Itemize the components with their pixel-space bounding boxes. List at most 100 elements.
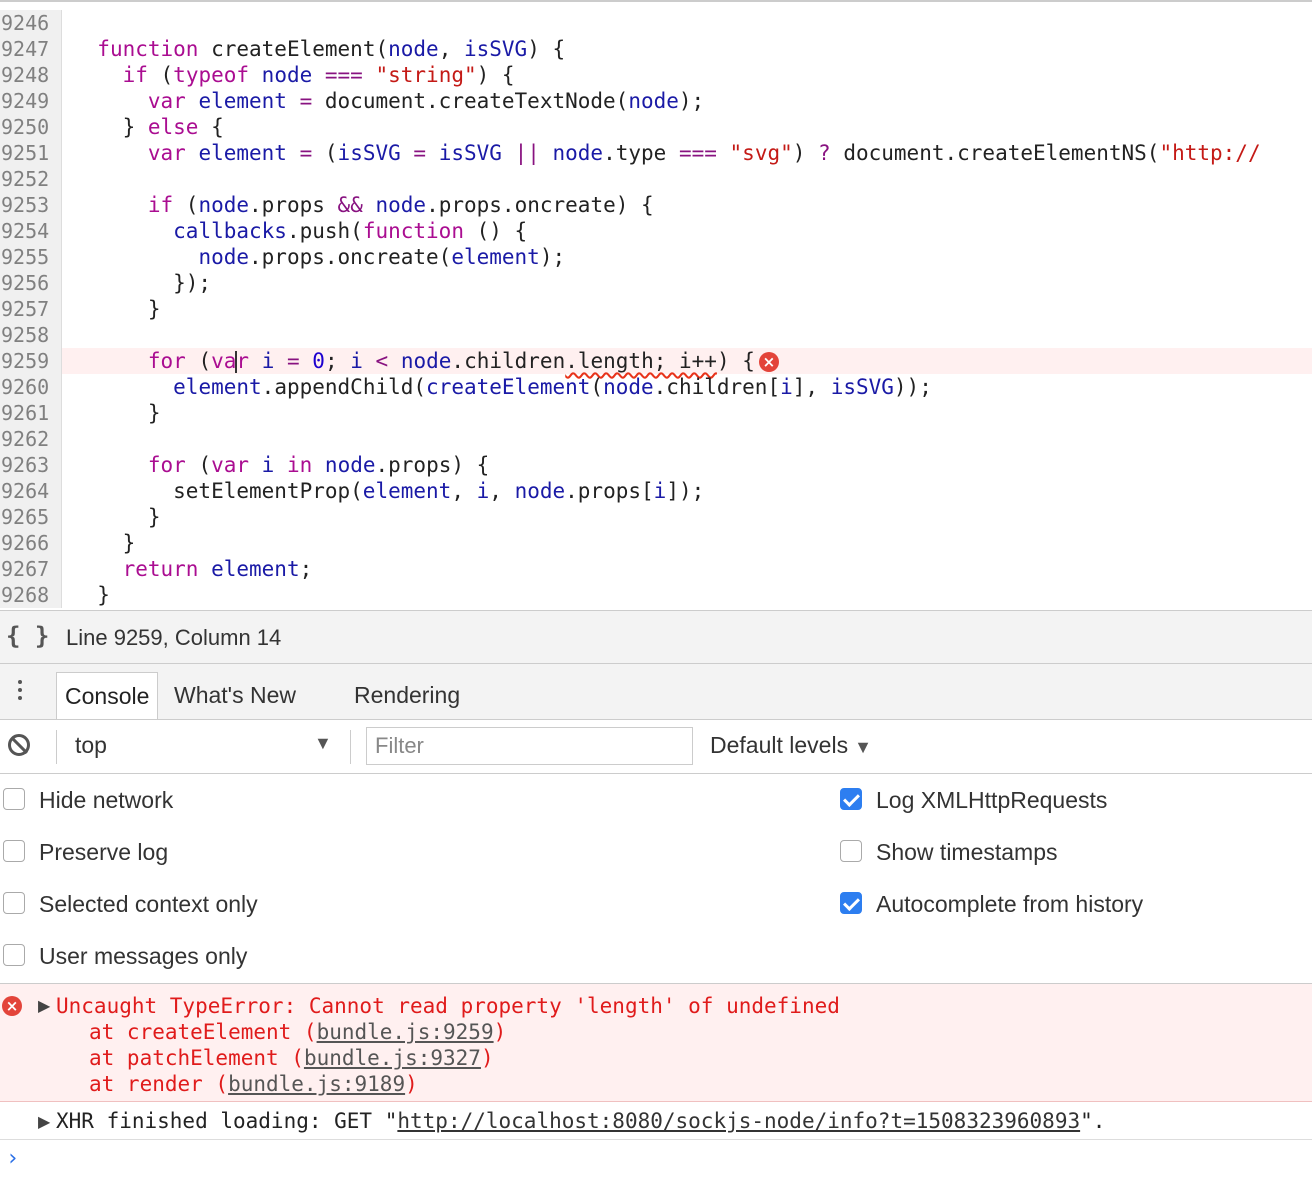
line-number[interactable]: 9261 [0,400,62,426]
code-text [72,322,85,348]
code-token: , [489,479,515,503]
line-number[interactable]: 9249 [0,88,62,114]
code-token: } [72,297,161,321]
source-link[interactable]: bundle.js:9259 [317,1020,494,1044]
line-number[interactable]: 9265 [0,504,62,530]
code-line[interactable]: 9267 return element; [0,556,1312,582]
stack-frame-text: at render ( [89,1072,229,1096]
code-token: ( [185,453,212,477]
hide-network-checkbox[interactable] [3,788,25,810]
line-number[interactable]: 9251 [0,140,62,166]
code-token: element [185,89,300,113]
code-token: ( [147,63,174,87]
line-number[interactable]: 9246 [0,10,62,36]
code-line[interactable]: 9249 var element = document.createTextNo… [0,88,1312,114]
code-token: 0 [312,349,325,373]
code-line[interactable]: 9253 if (node.props && node.props.oncrea… [0,192,1312,218]
line-number[interactable]: 9250 [0,114,62,140]
line-number[interactable]: 9263 [0,452,62,478]
code-line[interactable]: 9256 }); [0,270,1312,296]
code-token: i [780,375,793,399]
line-number[interactable]: 9266 [0,530,62,556]
console-prompt-icon[interactable]: › [6,1146,19,1171]
line-number[interactable]: 9253 [0,192,62,218]
code-line[interactable]: 9250 } else { [0,114,1312,140]
code-line[interactable]: 9246 [0,10,1312,36]
source-editor[interactable]: 9246 9247 function createElement(node, i… [0,0,1312,610]
code-line[interactable]: 9260 element.appendChild(createElement(n… [0,374,1312,400]
line-number[interactable]: 9267 [0,556,62,582]
line-number[interactable]: 9252 [0,166,62,192]
more-options-icon[interactable] [13,676,27,708]
source-link[interactable]: bundle.js:9327 [304,1046,481,1070]
code-text: } [72,582,110,608]
code-token: ], [792,375,831,399]
code-line[interactable]: 9257 } [0,296,1312,322]
context-dropdown-icon[interactable]: ▼ [314,733,332,754]
code-line[interactable]: 9261 } [0,400,1312,426]
code-line[interactable]: 9263 for (var i in node.props) { [0,452,1312,478]
code-line[interactable]: 9252 [0,166,1312,192]
pretty-print-icon[interactable]: { } [6,622,49,650]
code-token: < [362,349,401,373]
line-number[interactable]: 9255 [0,244,62,270]
code-token: for [147,349,186,373]
user-messages-only-checkbox[interactable] [3,944,25,966]
filter-input[interactable] [366,727,693,765]
log-levels-dropdown[interactable]: Default levels ▼ [710,732,872,759]
code-line[interactable]: 9268 } [0,582,1312,608]
line-number[interactable]: 9264 [0,478,62,504]
expand-triangle-icon[interactable]: ▶ [38,1112,50,1132]
code-line[interactable]: 9264 setElementProp(element, i, node.pro… [0,478,1312,504]
autocomplete-from-history-checkbox[interactable] [840,892,862,914]
code-token: var [147,89,186,113]
error-icon[interactable]: × [758,352,779,372]
line-number[interactable]: 9260 [0,374,62,400]
line-number[interactable]: 9256 [0,270,62,296]
line-number[interactable]: 9268 [0,582,62,608]
stack-frame-text: at createElement ( [89,1020,317,1044]
code-token: for [147,453,186,477]
code-line[interactable]: 9266 } [0,530,1312,556]
line-number[interactable]: 9262 [0,426,62,452]
code-token: var [211,453,250,477]
tab-whats-new[interactable]: What's New [166,672,304,719]
code-token: createElement( [198,37,389,61]
line-number[interactable]: 9254 [0,218,62,244]
code-token: node [552,141,604,165]
source-link[interactable]: bundle.js:9189 [228,1072,405,1096]
xhr-message-text: XHR finished loading: GET "http://localh… [56,1108,1105,1134]
expand-triangle-icon[interactable]: ▶ [38,996,50,1016]
line-number[interactable]: 9247 [0,36,62,62]
code-line[interactable]: 9259 for (var i = 0; i < node.children.l… [0,348,1312,374]
code-line[interactable]: 9248 if (typeof node === "string") { [0,62,1312,88]
line-number[interactable]: 9248 [0,62,62,88]
code-token: ) { [527,37,566,61]
option-label: User messages only [39,943,248,969]
line-number[interactable]: 9259 [0,348,62,374]
code-token: node [514,479,566,503]
show-timestamps-checkbox[interactable] [840,840,862,862]
code-line[interactable]: 9258 [0,322,1312,348]
line-number[interactable]: 9257 [0,296,62,322]
code-line[interactable]: 9262 [0,426,1312,452]
line-number[interactable]: 9258 [0,322,62,348]
code-token: isSVG [830,375,894,399]
preserve-log-checkbox[interactable] [3,840,25,862]
log-xmlhttprequests-checkbox[interactable] [840,788,862,810]
stack-frame-text: ) [405,1072,418,1096]
cursor-position: Line 9259, Column 14 [66,625,282,650]
tab-console[interactable]: Console [56,672,159,719]
context-selector[interactable]: top [75,732,107,759]
clear-console-icon[interactable] [8,734,30,756]
code-line[interactable]: 9251 var element = (isSVG = isSVG || nod… [0,140,1312,166]
xhr-url-link[interactable]: http://localhost:8080/sockjs-node/info?t… [397,1109,1080,1133]
selected-context-only-checkbox[interactable] [3,892,25,914]
code-line[interactable]: 9254 callbacks.push(function () { [0,218,1312,244]
code-line[interactable]: 9247 function createElement(node, isSVG)… [0,36,1312,62]
code-line[interactable]: 9265 } [0,504,1312,530]
code-line[interactable]: 9255 node.props.oncreate(element); [0,244,1312,270]
tab-rendering[interactable]: Rendering [346,672,468,719]
